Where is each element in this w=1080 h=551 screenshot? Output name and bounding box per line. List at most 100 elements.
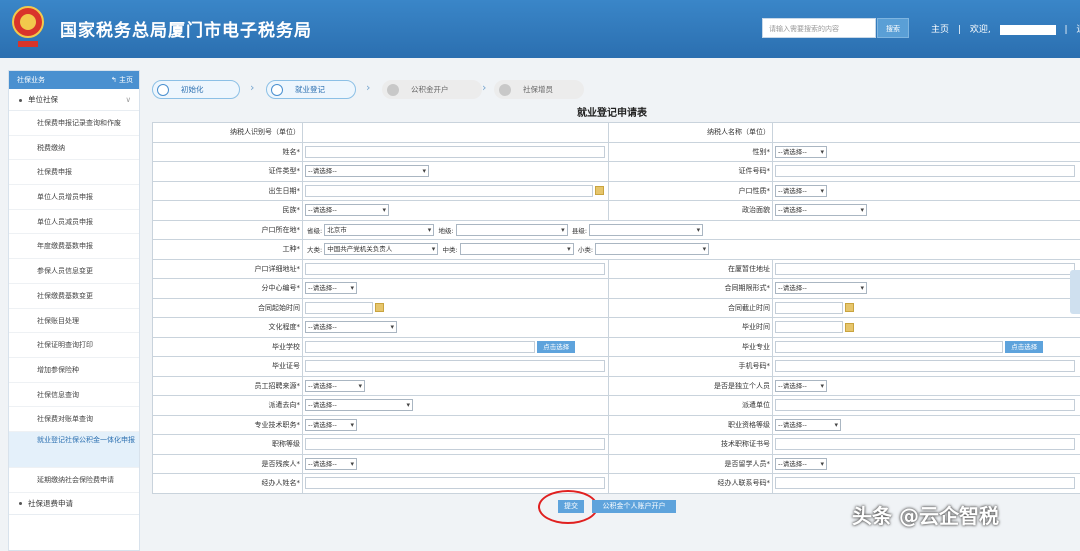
sidebar-item-active[interactable]: 就业登记社保公积金一体化申报 — [9, 431, 139, 468]
nav-home-link[interactable]: 主页 — [931, 25, 949, 35]
search-input[interactable]: 请输入需要搜索的内容 — [762, 18, 876, 38]
tech-cert-input[interactable] — [775, 438, 1075, 451]
sidebar-item[interactable]: 社保缴费基数变更 — [9, 284, 139, 309]
hukou-type-select[interactable]: --请选择-- — [775, 184, 827, 197]
overseas-select[interactable]: --请选择-- — [775, 457, 827, 470]
step-circle-icon — [499, 84, 511, 96]
city-select[interactable] — [455, 223, 568, 236]
dispatch-unit-input[interactable] — [775, 399, 1075, 412]
sidebar-item[interactable]: 税费缴纳 — [9, 136, 139, 161]
sidebar-item[interactable]: 单位人员减员申报 — [9, 210, 139, 235]
tax-emblem-icon — [12, 6, 44, 47]
step-fund-open[interactable]: 公积金开户 — [382, 80, 482, 99]
school-input[interactable] — [305, 340, 535, 353]
step-circle-icon — [271, 84, 283, 96]
tech-post-select[interactable]: --请选择-- — [305, 418, 357, 431]
label-taxpayer-name: 纳税人名称（单位） — [608, 122, 773, 143]
birth-input[interactable] — [305, 184, 593, 197]
cert-input[interactable] — [305, 360, 605, 373]
chevron-down-icon: ∨ — [125, 95, 132, 104]
sidebar-item[interactable]: 社保信息查询 — [9, 383, 139, 408]
site-title: 国家税务总局厦门市电子税务局 — [60, 21, 312, 41]
top-header: 国家税务总局厦门市电子税务局 请输入需要搜索的内容 搜索 主页 | 欢迎, | … — [0, 0, 1080, 58]
calendar-icon[interactable] — [595, 186, 604, 196]
sidebar-item[interactable]: 延期缴纳社会保险费申请 — [9, 468, 139, 493]
sidebar-item[interactable]: 年度缴费基数申报 — [9, 234, 139, 260]
flex-select[interactable]: --请选择-- — [775, 379, 827, 392]
agent-phone-input[interactable] — [775, 477, 1075, 490]
sidebar-group-unit-social[interactable]: 单位社保 ∨ — [9, 89, 139, 111]
job-small-select[interactable] — [595, 243, 710, 256]
agent-name-input[interactable] — [305, 477, 605, 490]
submit-button[interactable]: 提交 — [558, 500, 584, 513]
gender-select[interactable]: --请选择-- — [775, 145, 827, 158]
label-id-number: 证件号码* — [608, 161, 773, 182]
search-button[interactable]: 搜索 — [877, 18, 909, 38]
sidebar-item[interactable]: 单位人员增员申报 — [9, 185, 139, 210]
contract-start-input[interactable] — [305, 301, 373, 314]
label-id-type: 证件类型* — [152, 161, 303, 182]
job-mid-select[interactable] — [459, 243, 574, 256]
label-gender: 性别* — [608, 141, 773, 162]
label-contract-end: 合同截止时间 — [608, 297, 773, 318]
center-select[interactable]: --请选择-- — [305, 282, 357, 295]
province-select[interactable]: 北京市 — [324, 223, 435, 236]
step-init[interactable]: 初始化 — [152, 80, 240, 99]
qual-level-select[interactable]: --请选择-- — [775, 418, 841, 431]
label-tech-cert: 技术职称证书号 — [608, 434, 773, 455]
pick-school-button[interactable]: 点击选择 — [537, 340, 576, 353]
pick-major-button[interactable]: 点击选择 — [1005, 340, 1044, 353]
title-level-input[interactable] — [305, 438, 605, 451]
sidebar-item[interactable]: 增加参保险种 — [9, 358, 139, 383]
name-input[interactable] — [305, 145, 605, 158]
label-disabled: 是否残疾人* — [152, 453, 303, 474]
label-agent-phone: 经办人联系号码* — [608, 473, 773, 494]
label-qual-level: 职业资格等级 — [608, 414, 773, 435]
side-float-tab[interactable] — [1070, 270, 1080, 314]
job-big-select[interactable]: 中国共产党机关负责人 — [324, 243, 439, 256]
contract-form-select[interactable]: --请选择-- — [775, 282, 867, 295]
major-input[interactable] — [775, 340, 1003, 353]
label-hukou-loc: 户口所在地* — [152, 219, 303, 240]
watermark: 头条 @云企智税 — [852, 504, 999, 528]
contract-end-input[interactable] — [775, 301, 843, 314]
label-hukou-addr: 户口详细地址* — [152, 258, 303, 279]
label-hukou-type: 户口性质* — [608, 180, 773, 201]
calendar-icon[interactable] — [845, 322, 854, 332]
sidebar-item[interactable]: 社保账目处理 — [9, 309, 139, 334]
phone-input[interactable] — [775, 360, 1075, 373]
sidebar-item[interactable]: 参保人员信息变更 — [9, 259, 139, 284]
nav-welcome: 欢迎, — [969, 25, 991, 35]
source-select[interactable]: --请选择-- — [305, 379, 365, 392]
id-number-input[interactable] — [775, 165, 1075, 178]
sidebar-header: 社保业务 ↰ 主页 — [9, 71, 139, 89]
step-arrow-icon: › — [366, 81, 371, 94]
calendar-icon[interactable] — [375, 303, 384, 313]
political-select[interactable]: --请选择-- — [775, 204, 867, 217]
disabled-select[interactable]: --请选择-- — [305, 457, 357, 470]
label-job-type: 工种* — [152, 239, 303, 260]
label-title-level: 职称等级 — [152, 434, 303, 455]
hukou-addr-input[interactable] — [305, 262, 605, 275]
calendar-icon[interactable] — [845, 303, 854, 313]
step-employment[interactable]: 就业登记 — [266, 80, 356, 99]
grad-time-input[interactable] — [775, 321, 843, 334]
sidebar-item[interactable]: 社保费对账单查询 — [9, 407, 139, 432]
nav-logout-link[interactable]: 退出 — [1076, 25, 1080, 35]
sidebar-group-refund[interactable]: 社保退费申请 — [9, 493, 139, 515]
county-select[interactable] — [589, 223, 704, 236]
id-type-select[interactable]: --请选择-- — [305, 165, 429, 178]
residence-input[interactable] — [775, 262, 1075, 275]
sidebar-item[interactable]: 社保费申报 — [9, 160, 139, 186]
label-school: 毕业学校 — [152, 336, 303, 357]
dispatch-select[interactable]: --请选择-- — [305, 399, 413, 412]
sidebar-home-link[interactable]: ↰ 主页 — [111, 71, 133, 89]
step-social-add[interactable]: 社保增员 — [494, 80, 584, 99]
fund-account-open-button[interactable]: 公积金个人账户开户 — [592, 500, 676, 513]
education-select[interactable]: --请选择-- — [305, 321, 397, 334]
sidebar-item[interactable]: 社保费申报记录查询和作废 — [9, 111, 139, 136]
sidebar-item[interactable]: 社保证明查询打印 — [9, 333, 139, 358]
label-dispatch-unit: 派遣单位 — [608, 395, 773, 416]
ethnic-select[interactable]: --请选择-- — [305, 204, 389, 217]
label-birth: 出生日期* — [152, 180, 303, 201]
